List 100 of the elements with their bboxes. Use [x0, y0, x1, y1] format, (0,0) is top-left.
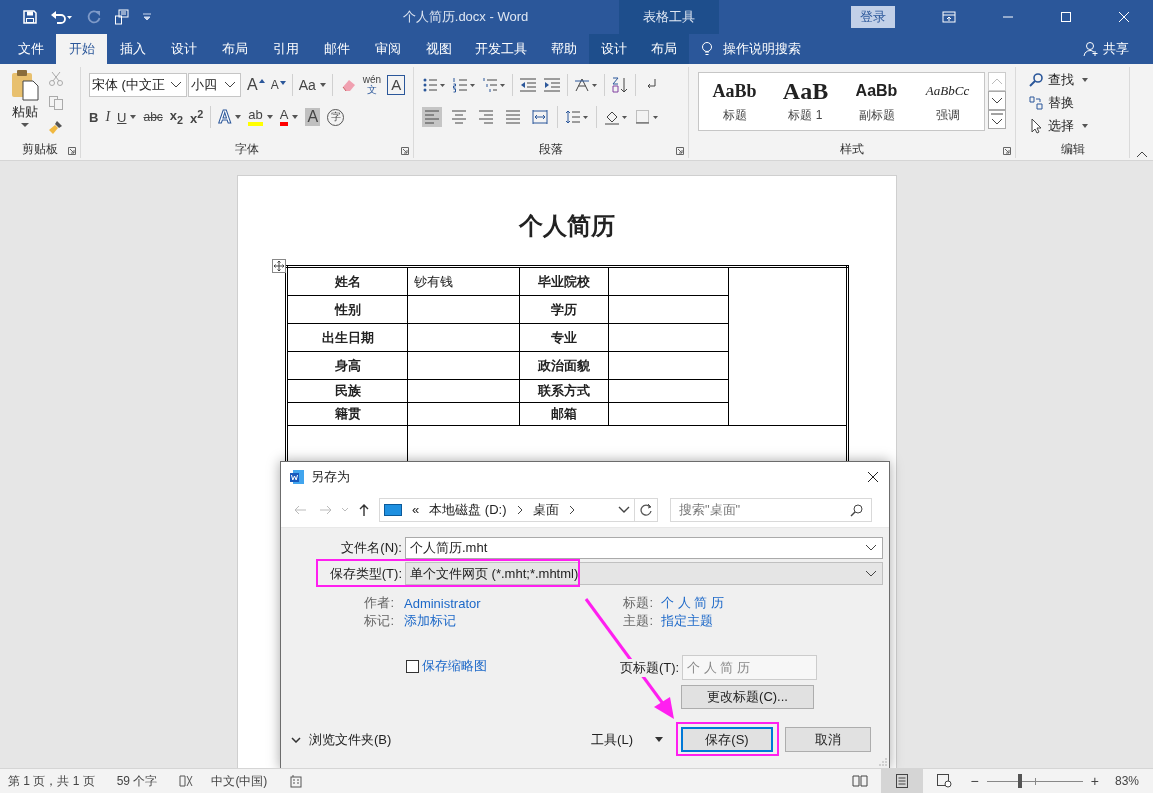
- up-arrow-icon[interactable]: [357, 502, 371, 517]
- increase-indent-icon[interactable]: [543, 77, 561, 93]
- character-shading-button[interactable]: A: [305, 108, 321, 126]
- collapse-ribbon-icon[interactable]: [1135, 150, 1148, 158]
- file-type-dropdown[interactable]: 单个文件网页 (*.mht;*.mhtml): [405, 562, 883, 585]
- sort-icon[interactable]: [611, 77, 629, 93]
- ribbon-tab[interactable]: 邮件: [311, 34, 362, 64]
- refresh-icon[interactable]: [639, 502, 653, 517]
- ribbon-tab[interactable]: 开始: [56, 34, 107, 64]
- breadcrumb-item[interactable]: 本地磁盘 (D:): [429, 500, 507, 519]
- dialog-launcher-icon[interactable]: [1003, 147, 1011, 155]
- ribbon-display-icon[interactable]: [942, 11, 956, 23]
- meta-link[interactable]: 指定主题: [661, 612, 713, 630]
- character-border-button[interactable]: A: [387, 75, 406, 95]
- zoom-out-button[interactable]: −: [970, 773, 979, 789]
- tell-me-search[interactable]: 操作说明搜索: [701, 34, 801, 64]
- paste-button[interactable]: 粘贴: [10, 69, 40, 140]
- font-color-button[interactable]: A: [279, 108, 299, 126]
- dialog-launcher-icon[interactable]: [676, 147, 684, 155]
- align-button[interactable]: [530, 107, 550, 127]
- scroll-down-icon[interactable]: [988, 91, 1006, 110]
- ribbon-tab[interactable]: 审阅: [362, 34, 413, 64]
- editing-button[interactable]: 选择: [1028, 116, 1129, 136]
- login-button[interactable]: 登录: [851, 6, 895, 28]
- bullets-icon[interactable]: [422, 77, 446, 93]
- dialog-launcher-icon[interactable]: [401, 147, 409, 155]
- style-item[interactable]: AaBbCc 强调: [912, 73, 983, 130]
- editing-button[interactable]: 替换: [1028, 93, 1129, 113]
- strikethrough-button[interactable]: abc: [143, 110, 163, 124]
- style-item[interactable]: AaBb 副标题: [841, 73, 912, 130]
- font-size-box[interactable]: 小四: [188, 73, 241, 97]
- tools-menu-button[interactable]: 工具(L): [591, 730, 663, 749]
- breadcrumb-item[interactable]: 桌面: [532, 500, 559, 519]
- script-button[interactable]: x$_{2}$: [169, 108, 184, 126]
- more-styles-icon[interactable]: [988, 110, 1006, 129]
- style-item[interactable]: AaBb 标题: [699, 73, 770, 130]
- filename-field[interactable]: 个人简历.mht: [405, 536, 883, 559]
- save-icon[interactable]: [22, 9, 38, 25]
- page-count[interactable]: 第 1 页，共 1 页: [8, 772, 95, 790]
- ribbon-tab[interactable]: 引用: [260, 34, 311, 64]
- zoom-slider-thumb[interactable]: [1018, 774, 1023, 788]
- view-button[interactable]: [880, 769, 923, 793]
- change-case-button[interactable]: Aa: [298, 77, 326, 93]
- bold-button[interactable]: B: [89, 109, 99, 125]
- ribbon-tab[interactable]: 插入: [107, 34, 158, 64]
- meta-link[interactable]: 个 人 简 历: [661, 594, 724, 612]
- table-move-handle-icon[interactable]: [272, 259, 286, 273]
- zoom-in-button[interactable]: +: [1090, 773, 1099, 789]
- checkbox-label[interactable]: 保存缩略图: [422, 657, 487, 675]
- ribbon-tab[interactable]: 开发工具: [464, 34, 538, 64]
- touch-mode-icon[interactable]: [114, 9, 130, 25]
- shrink-font-button[interactable]: A: [270, 78, 286, 92]
- close-icon[interactable]: [867, 471, 879, 483]
- highlight-button[interactable]: ab: [248, 108, 273, 126]
- macro-icon[interactable]: [289, 774, 304, 788]
- borders-icon[interactable]: [635, 109, 659, 125]
- breadcrumb-chevron-icon[interactable]: [516, 504, 523, 515]
- grow-font-button[interactable]: A: [247, 76, 265, 94]
- shading-icon[interactable]: [604, 109, 628, 125]
- multilevel-list-icon[interactable]: [482, 77, 506, 93]
- decrease-indent-icon[interactable]: [519, 77, 537, 93]
- undo-icon[interactable]: [50, 9, 74, 25]
- editing-button[interactable]: 查找: [1028, 70, 1129, 90]
- search-field[interactable]: 搜索"桌面": [670, 497, 872, 522]
- language-status[interactable]: 中文(中国): [211, 772, 268, 790]
- browse-folders-toggle[interactable]: 浏览文件夹(B): [291, 730, 392, 749]
- ribbon-tab[interactable]: 视图: [413, 34, 464, 64]
- share-button[interactable]: 共享: [1083, 34, 1129, 64]
- save-button[interactable]: 保存(S): [681, 727, 773, 752]
- dialog-launcher-icon[interactable]: [68, 147, 76, 155]
- underline-button[interactable]: U: [117, 109, 137, 125]
- ribbon-tab[interactable]: 布局: [209, 34, 260, 64]
- checkbox[interactable]: [406, 659, 419, 673]
- script-button[interactable]: x$^{2}$: [190, 107, 204, 127]
- style-item[interactable]: AaB 标题 1: [770, 73, 841, 130]
- font-name-box[interactable]: 宋体 (中文正: [89, 73, 187, 97]
- ribbon-tab[interactable]: 文件: [6, 34, 56, 64]
- ribbon-tab[interactable]: 布局: [639, 34, 689, 64]
- ribbon-tab[interactable]: 帮助: [538, 34, 589, 64]
- italic-button[interactable]: I: [105, 109, 111, 125]
- ribbon-tab[interactable]: 设计: [158, 34, 209, 64]
- text-direction-icon[interactable]: [574, 77, 598, 93]
- address-bar[interactable]: « 本地磁盘 (D:) 桌面: [379, 497, 658, 522]
- numbering-icon[interactable]: [452, 77, 476, 93]
- customize-caret-icon[interactable]: [142, 12, 152, 22]
- phonetic-guide-button[interactable]: wén 文: [362, 75, 382, 95]
- maximize-icon[interactable]: [1060, 11, 1072, 23]
- chevron-down-icon[interactable]: [618, 505, 630, 514]
- meta-link[interactable]: Administrator: [404, 595, 481, 611]
- cancel-button[interactable]: 取消: [785, 727, 871, 752]
- change-title-button[interactable]: 更改标题(C)...: [681, 685, 814, 709]
- format-painter-icon[interactable]: [48, 119, 64, 135]
- breadcrumb-chevron-icon[interactable]: [568, 504, 575, 515]
- word-count[interactable]: 59 个字: [116, 772, 158, 790]
- ribbon-tab[interactable]: 设计: [589, 34, 639, 64]
- line-spacing-icon[interactable]: [565, 109, 589, 125]
- meta-link[interactable]: 添加标记: [404, 612, 456, 630]
- search-icon[interactable]: [850, 502, 864, 517]
- proofing-icon[interactable]: [179, 774, 194, 788]
- zoom-level[interactable]: 83%: [1114, 774, 1139, 788]
